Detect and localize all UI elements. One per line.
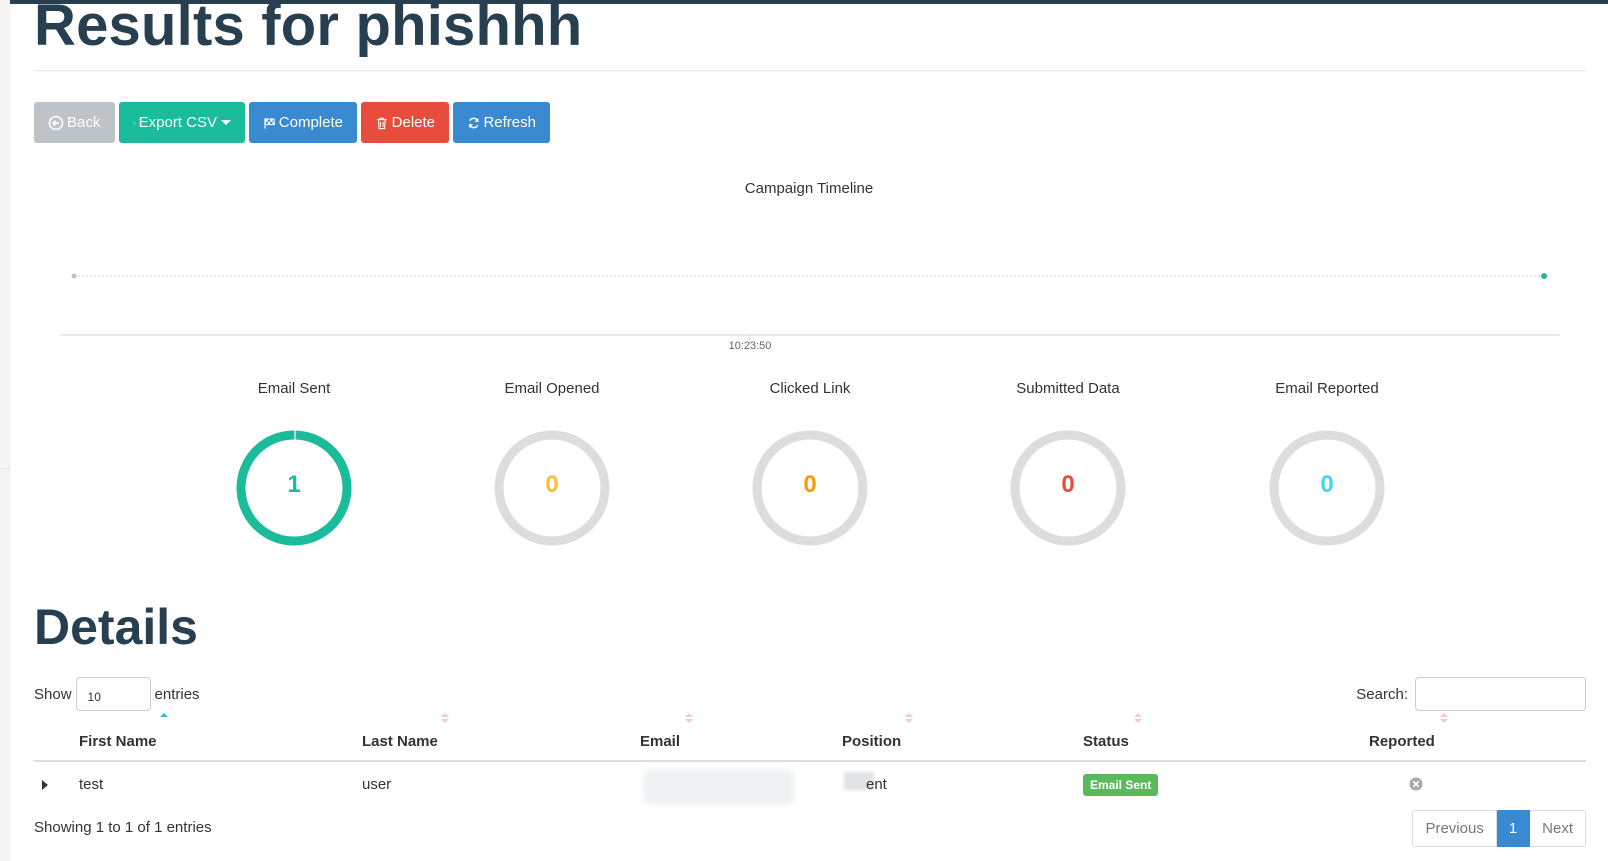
refresh-icon <box>468 117 479 128</box>
stat-label: Email Reported <box>1275 380 1379 397</box>
show-label: Show <box>34 685 72 703</box>
search-label: Search: <box>1356 685 1408 703</box>
sidebar-edge <box>0 0 10 861</box>
sort-both-icon <box>1134 713 1142 723</box>
arrow-circle-left-icon <box>48 115 64 130</box>
pagination: Previous 1 Next <box>1412 810 1586 847</box>
stat-email-sent: Email Sent 1 <box>184 380 404 548</box>
stat-donut: 0 <box>1008 428 1128 548</box>
stat-submitted-data: Submitted Data 0 <box>958 380 1178 548</box>
stat-donut: 1 <box>234 428 354 548</box>
export-csv-label: Export CSV <box>138 114 217 131</box>
details-heading: Details <box>34 599 198 655</box>
refresh-label: Refresh <box>483 114 536 131</box>
col-position[interactable]: Position <box>842 733 901 750</box>
stat-value: 0 <box>545 471 559 498</box>
delete-button[interactable]: Delete <box>361 102 449 143</box>
results-table: First Name Last Name Email Position Stat… <box>34 713 1586 806</box>
sort-both-icon <box>685 713 693 723</box>
timeline-point[interactable] <box>71 273 77 279</box>
stat-value: 1 <box>287 471 301 498</box>
export-csv-button[interactable]: Export CSV <box>119 102 245 143</box>
stat-label: Submitted Data <box>1016 380 1120 397</box>
cell-first-name: test <box>79 776 104 793</box>
x-tick-label: 10:23:50 <box>729 340 772 352</box>
stat-value: 0 <box>803 471 817 498</box>
refresh-button[interactable]: Refresh <box>453 102 550 143</box>
email-redacted <box>644 770 794 804</box>
table-row[interactable]: test user ent Email Sent <box>34 762 1586 806</box>
stat-email-reported: Email Reported 0 <box>1217 380 1437 548</box>
flag-checkered-icon <box>264 117 275 129</box>
file-excel-icon <box>133 121 136 124</box>
stat-label: Email Sent <box>257 380 331 397</box>
complete-button[interactable]: Complete <box>249 102 357 143</box>
sort-both-icon <box>441 713 449 723</box>
stat-donut: 0 <box>750 428 870 548</box>
stat-label: Email Opened <box>504 380 600 397</box>
col-reported[interactable]: Reported <box>1369 733 1435 750</box>
stat-donut: 0 <box>492 428 612 548</box>
search-control: Search: <box>1356 677 1586 711</box>
timeline-title: Campaign Timeline <box>744 180 874 197</box>
col-last-name[interactable]: Last Name <box>362 733 438 750</box>
complete-label: Complete <box>278 114 343 131</box>
caret-down-icon <box>221 120 231 125</box>
table-info: Showing 1 to 1 of 1 entries <box>34 819 212 836</box>
previous-page-button[interactable]: Previous <box>1412 810 1497 847</box>
sort-both-icon <box>1440 713 1448 723</box>
cell-last-name: user <box>362 776 392 793</box>
col-first-name[interactable]: First Name <box>79 733 157 750</box>
stat-clicked-link: Clicked Link 0 <box>700 380 920 548</box>
timeline-point[interactable] <box>1541 273 1547 279</box>
sort-asc-icon <box>160 713 168 717</box>
sidebar-divider <box>0 468 10 469</box>
campaign-timeline-chart: 10:23:50 <box>60 273 1560 352</box>
stat-value: 0 <box>1320 471 1334 498</box>
next-page-button[interactable]: Next <box>1530 810 1586 847</box>
x-circle-icon <box>1409 777 1423 791</box>
title-divider <box>34 70 1586 71</box>
delete-label: Delete <box>391 114 435 131</box>
col-status[interactable]: Status <box>1083 733 1129 750</box>
table-header: First Name Last Name Email Position Stat… <box>34 713 1586 762</box>
page-1-button[interactable]: 1 <box>1496 810 1531 847</box>
trash-icon <box>377 117 387 129</box>
stat-donut: 0 <box>1267 428 1387 548</box>
status-badge: Email Sent <box>1083 774 1159 796</box>
stat-label: Clicked Link <box>769 380 851 397</box>
expand-row-icon[interactable] <box>42 780 48 790</box>
cell-position: ent <box>866 776 887 793</box>
toolbar: Back Export CSV Complete Delete Refresh <box>34 102 550 143</box>
page-length-control: Show 10 entries <box>34 677 200 711</box>
page-title: Results for phishhh <box>34 0 583 58</box>
entries-label: entries <box>154 685 200 703</box>
search-input[interactable] <box>1415 677 1586 711</box>
stat-value: 0 <box>1061 471 1075 498</box>
back-button[interactable]: Back <box>34 102 115 143</box>
back-label: Back <box>67 114 101 131</box>
col-email[interactable]: Email <box>640 733 680 750</box>
page-length-select[interactable]: 10 <box>75 677 151 711</box>
stat-email-opened: Email Opened 0 <box>442 380 662 548</box>
sort-both-icon <box>905 713 913 723</box>
